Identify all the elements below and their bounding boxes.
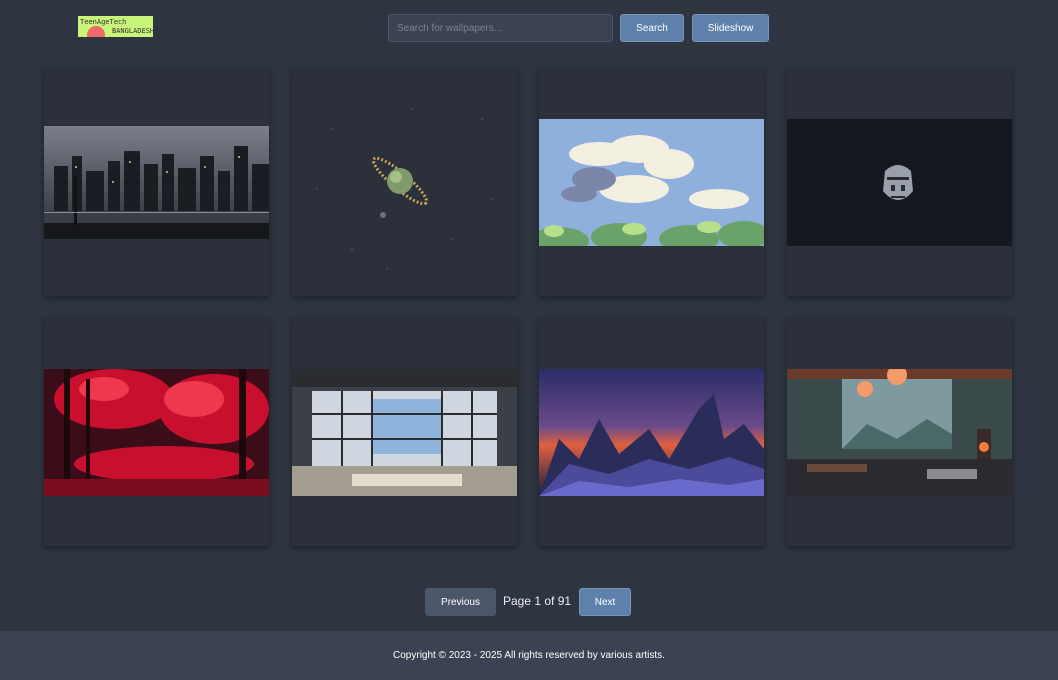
- wallpaper-thumbnail[interactable]: [539, 369, 764, 496]
- wallpaper-card[interactable]: [787, 69, 1012, 296]
- footer: Copyright © 2023 - 2025 All rights reser…: [0, 631, 1058, 680]
- logo-text-line2: BANGLADESH: [112, 27, 153, 35]
- wallpaper-thumbnail[interactable]: [44, 369, 269, 496]
- wallpaper-card[interactable]: [292, 319, 517, 546]
- previous-button[interactable]: Previous: [425, 588, 496, 616]
- header: TeenAgeTech BANGLADESH Search Slideshow: [0, 0, 1058, 56]
- search-button[interactable]: Search: [620, 14, 684, 42]
- wallpaper-card[interactable]: [539, 69, 764, 296]
- logo-text-line1: TeenAgeTech: [80, 18, 127, 26]
- wallpaper-card[interactable]: [292, 69, 517, 296]
- wallpaper-thumbnail[interactable]: [44, 126, 269, 239]
- wallpaper-card[interactable]: [787, 319, 1012, 546]
- wallpaper-thumbnail[interactable]: [292, 369, 517, 496]
- logo-circle: [87, 26, 105, 37]
- next-button[interactable]: Next: [579, 588, 631, 616]
- wallpaper-card[interactable]: [44, 319, 269, 546]
- slideshow-button[interactable]: Slideshow: [692, 14, 769, 42]
- search-input[interactable]: [388, 14, 613, 42]
- wallpaper-thumbnail[interactable]: [539, 119, 764, 246]
- wallpaper-card[interactable]: [539, 319, 764, 546]
- wallpaper-thumbnail[interactable]: [292, 69, 517, 296]
- copyright-text: Copyright © 2023 - 2025 All rights reser…: [393, 650, 665, 661]
- wallpaper-thumbnail[interactable]: [787, 369, 1012, 496]
- wallpaper-thumbnail[interactable]: [787, 119, 1012, 246]
- page-indicator: Page 1 of 91: [503, 594, 572, 608]
- logo[interactable]: TeenAgeTech BANGLADESH: [78, 16, 153, 37]
- wallpaper-card[interactable]: [44, 69, 269, 296]
